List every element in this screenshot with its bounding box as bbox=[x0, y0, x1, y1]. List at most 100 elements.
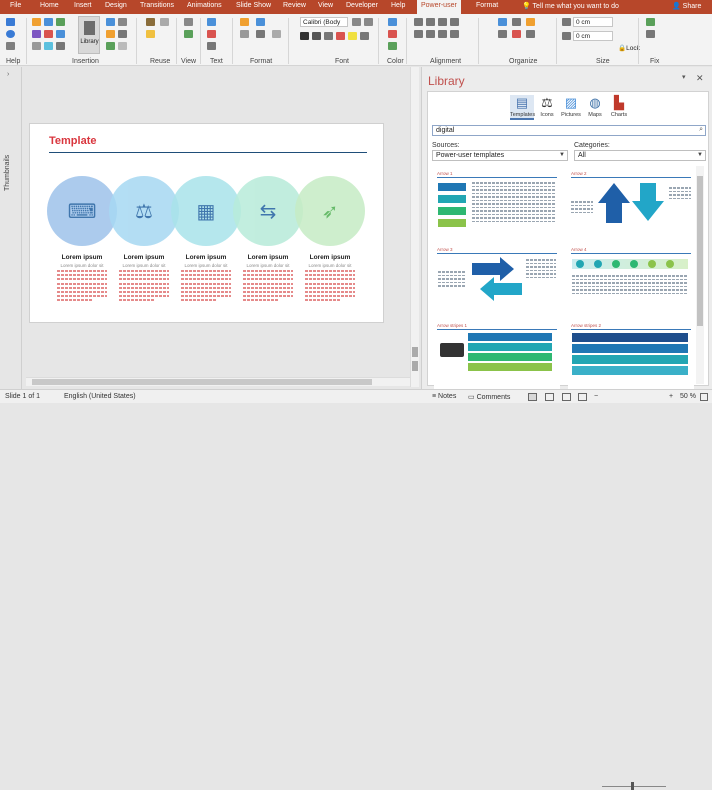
column-body-text[interactable] bbox=[305, 270, 355, 304]
align-center-icon[interactable] bbox=[426, 18, 435, 26]
slideshow-icon[interactable] bbox=[578, 393, 587, 401]
font-name-select[interactable]: Calibri (Body bbox=[300, 17, 348, 27]
swap-icon[interactable] bbox=[512, 30, 521, 38]
column-body-text[interactable] bbox=[57, 270, 107, 304]
flag-icon[interactable] bbox=[44, 30, 53, 38]
vertical-scrollbar[interactable] bbox=[410, 67, 419, 387]
notes-button[interactable]: ≡ Notes bbox=[432, 393, 456, 400]
scroll-down-icon[interactable] bbox=[412, 361, 418, 371]
library-button[interactable]: Library bbox=[78, 16, 100, 54]
column-body-text[interactable] bbox=[119, 270, 169, 304]
format-copy-icon[interactable] bbox=[256, 18, 265, 26]
close-icon[interactable]: ✕ bbox=[696, 73, 704, 84]
category-icons[interactable]: ⚖ Icons bbox=[535, 95, 559, 118]
categories-select[interactable]: All ▼ bbox=[574, 150, 706, 161]
tab-insert[interactable]: Insert bbox=[74, 2, 92, 9]
sticky-note-icon[interactable] bbox=[106, 30, 115, 38]
circle-3[interactable]: ▦ bbox=[171, 176, 241, 246]
zoom-level[interactable]: 50 % bbox=[680, 393, 696, 400]
send-backward-icon[interactable] bbox=[512, 18, 521, 26]
tab-format[interactable]: Format bbox=[476, 2, 498, 9]
template-card[interactable]: Arrow 4 bbox=[568, 245, 694, 317]
category-pictures[interactable]: ▨ Pictures bbox=[559, 95, 583, 118]
bold-icon[interactable] bbox=[300, 32, 309, 40]
align-middle-icon[interactable] bbox=[426, 30, 435, 38]
tab-slide-show[interactable]: Slide Show bbox=[236, 2, 271, 9]
share-button[interactable]: 👤 Share bbox=[672, 2, 701, 10]
column-subtitle[interactable]: Lorem ipsum dolor sit bbox=[113, 263, 175, 268]
format-painter-icon[interactable] bbox=[240, 18, 249, 26]
column-subtitle[interactable]: Lorem ipsum dolor sit bbox=[51, 263, 113, 268]
library-scrollbar[interactable] bbox=[696, 166, 704, 384]
category-maps[interactable]: ◍ Maps bbox=[583, 95, 607, 118]
align-bottom-icon[interactable] bbox=[438, 30, 447, 38]
text-size-icon[interactable] bbox=[207, 42, 216, 50]
language-flag-icon[interactable] bbox=[207, 30, 216, 38]
align-left-icon[interactable] bbox=[414, 18, 423, 26]
reuse-folder-icon[interactable] bbox=[146, 30, 155, 38]
language-indicator[interactable]: English (United States) bbox=[64, 393, 136, 400]
grid-icon[interactable] bbox=[56, 42, 65, 50]
circle-4[interactable]: ⇆ bbox=[233, 176, 303, 246]
more-icon[interactable] bbox=[118, 42, 127, 50]
slide-canvas[interactable]: Template ⌨ ⚖ ▦ ⇆ ➶ Lorem ipsum Lorem ips… bbox=[29, 123, 384, 323]
column-body-text[interactable] bbox=[181, 270, 231, 304]
table-icon[interactable] bbox=[44, 18, 53, 26]
column-title[interactable]: Lorem ipsum bbox=[113, 254, 175, 261]
tab-file[interactable]: File bbox=[10, 2, 21, 9]
lock-toggle[interactable]: 🔒Lock bbox=[618, 44, 640, 52]
expand-icon[interactable]: › bbox=[7, 71, 9, 78]
tab-developer[interactable]: Developer bbox=[346, 2, 378, 9]
color-palette-icon[interactable] bbox=[388, 42, 397, 50]
chevron-down-icon[interactable]: ▾ bbox=[682, 73, 686, 81]
flip-icon[interactable] bbox=[526, 30, 535, 38]
fix-more-icon[interactable] bbox=[646, 30, 655, 38]
bring-forward-icon[interactable] bbox=[498, 18, 507, 26]
scroll-up-icon[interactable] bbox=[412, 347, 418, 357]
column-subtitle[interactable]: Lorem ipsum dolor sit bbox=[299, 263, 361, 268]
tab-help[interactable]: Help bbox=[391, 2, 405, 9]
harvey-ball-icon[interactable] bbox=[118, 18, 127, 26]
circle-1[interactable]: ⌨ bbox=[47, 176, 117, 246]
tab-review[interactable]: Review bbox=[283, 2, 306, 9]
shape-icon[interactable] bbox=[32, 18, 41, 26]
column-title[interactable]: Lorem ipsum bbox=[299, 254, 361, 261]
help-icon[interactable] bbox=[6, 18, 15, 26]
horizontal-scrollbar[interactable] bbox=[26, 377, 410, 386]
align-right-icon[interactable] bbox=[438, 18, 447, 26]
font-shrink-icon[interactable] bbox=[364, 18, 373, 26]
normal-view-icon[interactable] bbox=[528, 393, 537, 401]
picture-icon[interactable] bbox=[44, 42, 53, 50]
tell-me-search[interactable]: 💡 Tell me what you want to do bbox=[522, 2, 619, 10]
reuse-slide-icon[interactable] bbox=[146, 18, 155, 26]
info-icon[interactable] bbox=[6, 30, 15, 38]
italic-icon[interactable] bbox=[312, 32, 321, 40]
distribute-icon[interactable] bbox=[450, 18, 459, 26]
format-edit-icon[interactable] bbox=[256, 30, 265, 38]
column-subtitle[interactable]: Lorem ipsum dolor sit bbox=[175, 263, 237, 268]
format-apply-icon[interactable] bbox=[240, 30, 249, 38]
width-field[interactable]: 0 cm bbox=[573, 31, 613, 41]
template-card[interactable]: Arrow 2 bbox=[568, 169, 694, 241]
fix-icon[interactable] bbox=[646, 18, 655, 26]
template-card[interactable]: Arrow stripes 1 bbox=[434, 321, 560, 393]
slide-title[interactable]: Template bbox=[49, 135, 96, 147]
scroll-thumb[interactable] bbox=[697, 176, 703, 326]
circle-2[interactable]: ⚖ bbox=[109, 176, 179, 246]
search-icon[interactable]: ⌕ bbox=[699, 126, 703, 134]
zoom-out-icon[interactable]: − bbox=[594, 393, 598, 400]
column-subtitle[interactable]: Lorem ipsum dolor sit bbox=[237, 263, 299, 268]
tab-animations[interactable]: Animations bbox=[187, 2, 222, 9]
fit-slide-icon[interactable] bbox=[700, 393, 708, 401]
zoom-slider[interactable] bbox=[602, 786, 666, 787]
slide-sorter-icon[interactable] bbox=[545, 393, 554, 401]
category-charts[interactable]: ▙ Charts bbox=[607, 95, 631, 118]
text-icon[interactable] bbox=[32, 42, 41, 50]
circle-5[interactable]: ➶ bbox=[295, 176, 365, 246]
reuse-copy-icon[interactable] bbox=[160, 18, 169, 26]
column-title[interactable]: Lorem ipsum bbox=[175, 254, 237, 261]
spacing-icon[interactable] bbox=[360, 32, 369, 40]
rotate-icon[interactable] bbox=[498, 30, 507, 38]
tab-power-user[interactable]: Power-user bbox=[417, 0, 461, 14]
tab-view[interactable]: View bbox=[318, 2, 333, 9]
